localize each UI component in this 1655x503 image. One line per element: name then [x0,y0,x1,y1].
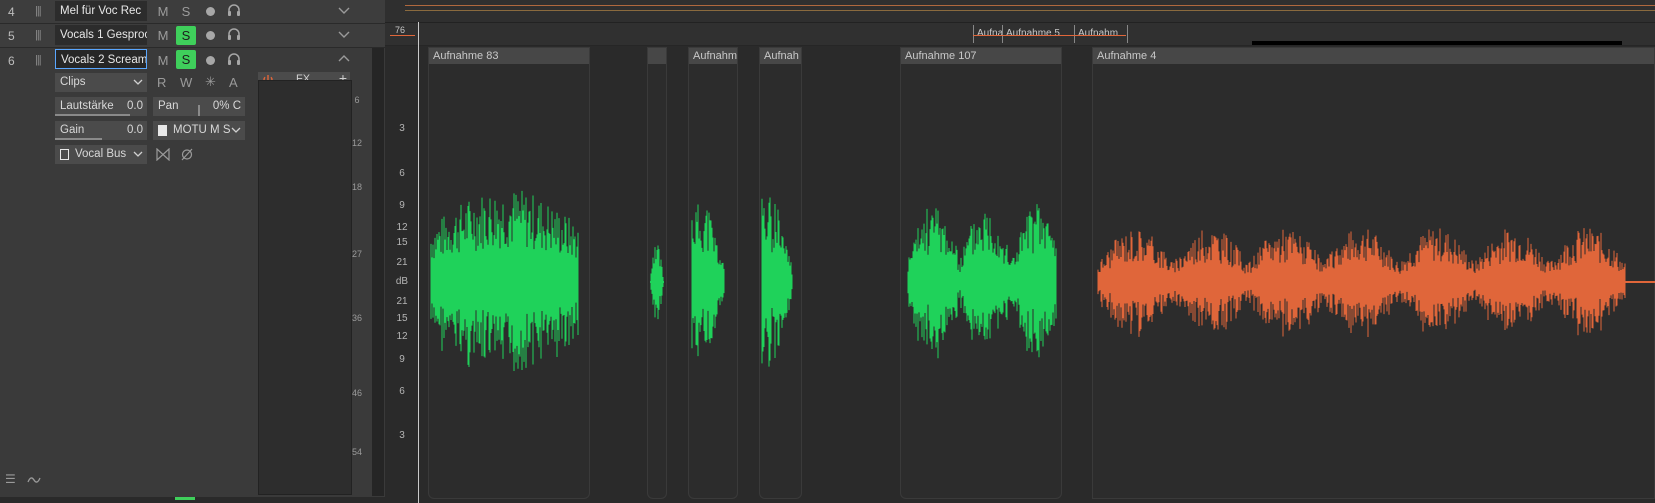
db-scale-label: 3 [399,123,405,134]
db-scale-label: 9 [399,354,405,365]
db-scale-label: 15 [396,313,408,324]
db-scale-label: 15 [396,237,408,248]
db-scale-label: 6 [399,168,405,179]
db-scale-label: 12 [396,222,408,233]
db-scale-label: 12 [396,331,408,342]
waveform [691,204,725,357]
db-scale-label: 3 [399,430,405,441]
db-scale-label: 21 [396,296,408,307]
db-scale-label: dB [395,276,409,287]
db-scale-label: 21 [396,257,408,268]
db-scale-label: 6 [399,386,405,397]
db-scale-label: 9 [399,200,405,211]
waveform-layer [430,190,1655,371]
waveform [430,190,579,371]
